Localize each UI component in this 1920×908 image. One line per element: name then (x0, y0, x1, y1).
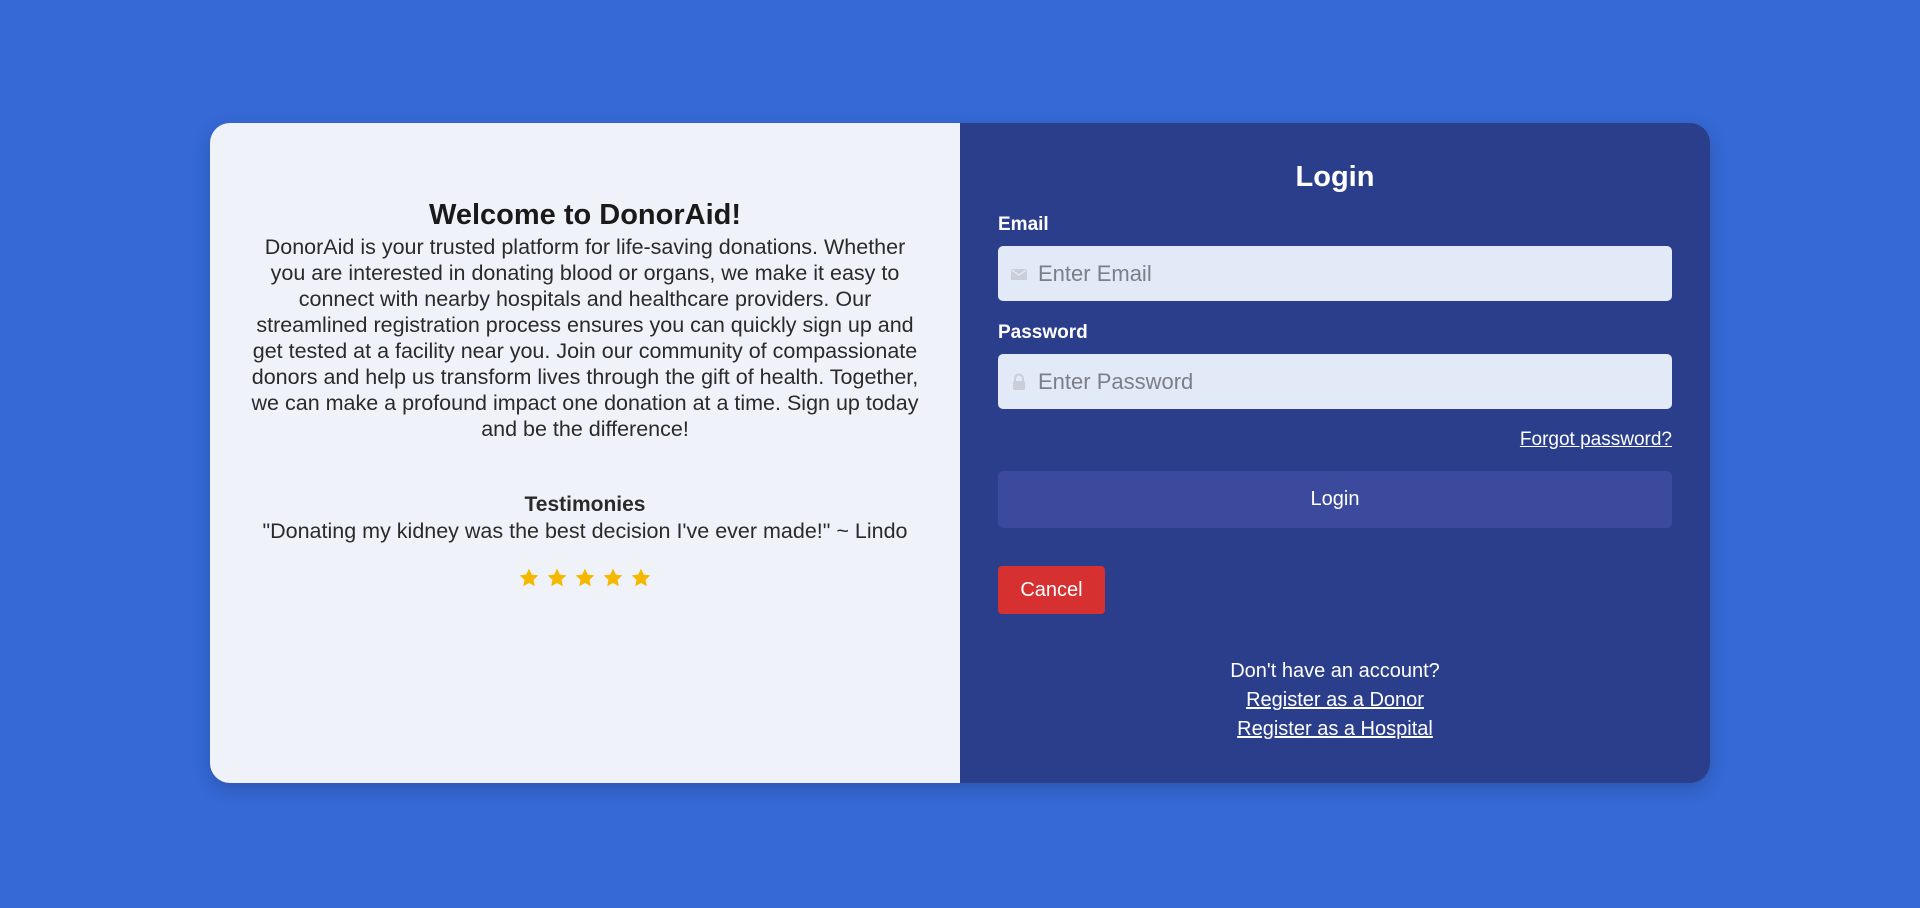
lock-icon (1013, 373, 1025, 390)
password-label: Password (998, 322, 1088, 343)
star-icon (603, 568, 623, 587)
forgot-password-link[interactable]: Forgot password? (1520, 429, 1672, 451)
email-field-wrapper (998, 246, 1672, 301)
no-account-prompt: Don't have an account? (1230, 660, 1440, 682)
login-panel: Login Email Password Forgot password? Lo… (960, 123, 1710, 783)
email-label: Email (998, 214, 1049, 235)
testimonies-heading: Testimonies (524, 493, 646, 516)
star-icon (575, 568, 595, 587)
login-title: Login (1295, 161, 1375, 193)
testimonial-quote: "Donating my kidney was the best decisio… (262, 519, 908, 543)
login-card: Welcome to DonorAid! DonorAid is your tr… (210, 123, 1710, 783)
register-donor-link[interactable]: Register as a Donor (960, 686, 1710, 715)
email-input[interactable] (1038, 246, 1658, 301)
star-icon (631, 568, 651, 587)
welcome-description: DonorAid is your trusted platform for li… (251, 235, 919, 441)
password-input[interactable] (1038, 354, 1658, 409)
star-icon (519, 568, 539, 587)
welcome-title: Welcome to DonorAid! (428, 199, 742, 231)
star-icon (547, 568, 567, 587)
welcome-panel: Welcome to DonorAid! DonorAid is your tr… (210, 123, 960, 783)
envelope-icon (1011, 269, 1027, 280)
register-hospital-link[interactable]: Register as a Hospital (960, 715, 1710, 744)
cancel-button[interactable]: Cancel (998, 566, 1105, 614)
login-button[interactable]: Login (998, 471, 1672, 528)
password-field-wrapper (998, 354, 1672, 409)
rating-stars (210, 567, 960, 589)
register-section: Don't have an account? Register as a Don… (960, 657, 1710, 744)
